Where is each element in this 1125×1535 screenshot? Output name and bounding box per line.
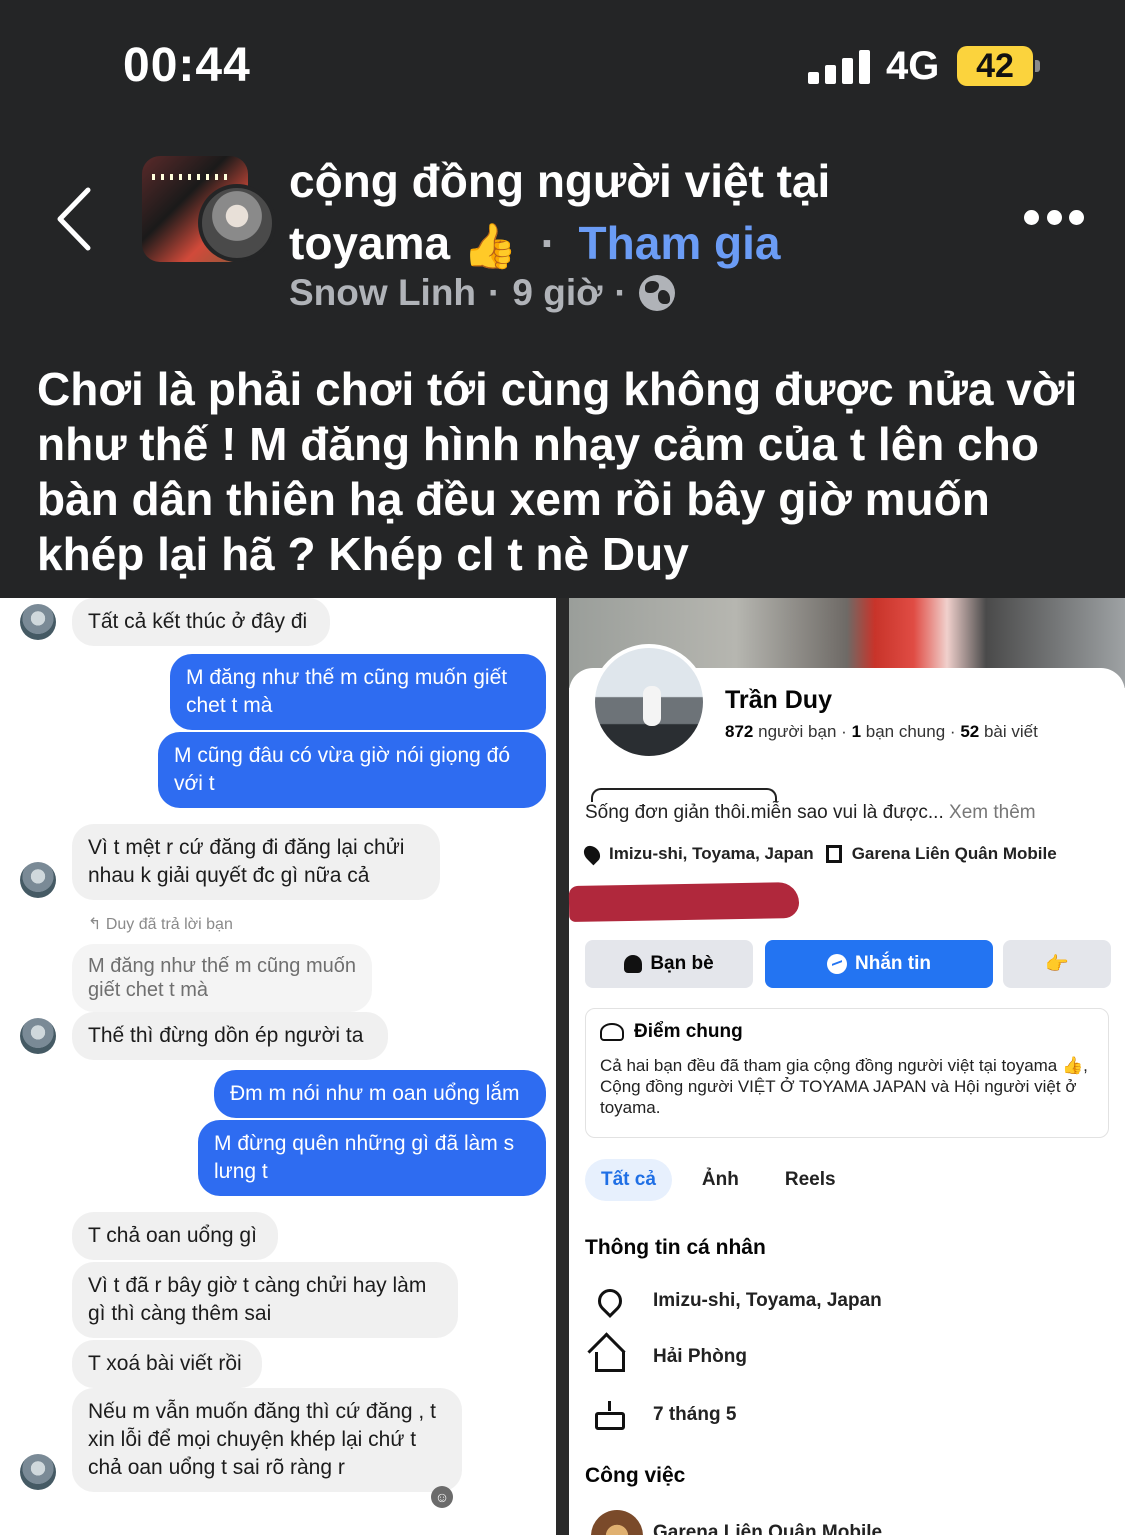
profile-stats: 872 người bạn · 1 bạn chung · 52 bài viế… [725, 722, 1038, 742]
home-icon [595, 1352, 625, 1372]
post-time[interactable]: 9 giờ [512, 272, 602, 314]
personal-info-title: Thông tin cá nhân [585, 1236, 766, 1259]
location-pin-icon [580, 842, 604, 866]
globe-icon [638, 275, 675, 311]
messenger-icon [827, 954, 847, 974]
tab-reels: Reels [784, 1169, 836, 1190]
chat-avatar [20, 604, 56, 640]
chat-avatar [20, 862, 56, 898]
meta-dot: · [614, 272, 627, 313]
story-arc [591, 788, 777, 802]
mutual-groups-box: Điểm chung Cả hai bạn đều đã tham gia cộ… [585, 1008, 1109, 1138]
quoted-message: M đăng như thế m cũng muốn giết chet t m… [72, 944, 372, 1012]
clock: 00:44 [123, 39, 251, 92]
chat-avatar [20, 1018, 56, 1054]
profile-name: Trần Duy [725, 686, 832, 714]
see-more-link: Xem thêm [949, 802, 1036, 823]
message-bubble: T xoá bài viết rồi [72, 1340, 262, 1388]
message-bubble: Vì t mệt r cứ đăng đi đăng lại chửi nhau… [72, 824, 440, 900]
info-hometown-row: Hải Phòng [595, 1342, 747, 1372]
common-title: Điểm chung [634, 1021, 743, 1042]
info-location-row: Imizu-shi, Toyama, Japan [593, 1284, 882, 1318]
birthday-cake-icon [595, 1401, 625, 1430]
message-bubble: Tất cả kết thúc ở đây đi [72, 598, 330, 646]
profile-avatar [591, 644, 707, 760]
join-button[interactable]: Tham gia [579, 217, 781, 269]
info-location: Imizu-shi, Toyama, Japan [653, 1290, 882, 1311]
posts-count: 52 [960, 722, 980, 741]
posts-label: bài viết [983, 722, 1038, 741]
react-icon: ☺ [431, 1486, 453, 1508]
location-text: Imizu-shi, Toyama, Japan [609, 844, 814, 863]
info-birthday: 7 tháng 5 [653, 1404, 737, 1425]
message-bubble: T chả oan uổng gì [72, 1212, 278, 1260]
more-button: 👉 [1003, 940, 1111, 988]
location-pin-icon [593, 1284, 627, 1318]
common-text: Cả hai bạn đều đã tham gia cộng đồng ngư… [600, 1056, 1088, 1117]
thumbs-up-icon: 👍 [462, 222, 518, 271]
message-bubble: Thế thì đừng dồn ép người ta [72, 1012, 388, 1060]
message-bubble: Vì t đã r bây giờ t càng chửi hay làm gì… [72, 1262, 458, 1338]
status-bar: 00:44 4G 42 [0, 0, 1125, 130]
stat-dot: · [841, 722, 847, 741]
stat-dot: · [949, 722, 956, 741]
mutual-count: 1 [851, 722, 862, 741]
profile-location-line: Imizu-shi, Toyama, Japan Garena Liên Quâ… [580, 842, 1057, 866]
info-birthday-row: 7 tháng 5 [595, 1400, 736, 1430]
tab-photos: Ảnh [701, 1169, 739, 1190]
pointing-hand-icon: 👉 [1045, 954, 1069, 975]
mutual-label: bạn chung [865, 722, 946, 741]
back-arrow-icon[interactable] [52, 186, 96, 252]
battery-icon: 42 [957, 46, 1040, 86]
group-title[interactable]: cộng đồng người việt tại toyama 👍 · Tham… [289, 150, 989, 278]
friends-button-label: Bạn bè [650, 953, 714, 974]
work-title: Công việc [585, 1464, 686, 1487]
image-divider [556, 598, 569, 1535]
message-bubble: M đăng như thế m cũng muốn giết chet t m… [170, 654, 546, 730]
message-bubble: Đm m nói như m oan uổng lắm [214, 1070, 546, 1118]
message-button-label: Nhắn tin [855, 953, 931, 974]
chat-avatar [20, 1454, 56, 1490]
message-bubble: Nếu m vẫn muốn đăng thì cứ đăng , t xin … [72, 1388, 462, 1492]
reply-note: ↰ Duy đã trả lời bạn [88, 916, 233, 933]
redaction-scribble [568, 881, 800, 923]
people-icon [600, 1023, 624, 1041]
more-options-icon[interactable] [1024, 210, 1084, 228]
friends-label: người bạn [758, 722, 837, 741]
profile-actions: Bạn bè Nhắn tin 👉 [585, 940, 1111, 988]
tab-all: Tất cả [585, 1159, 672, 1201]
meta-dot: · [488, 272, 501, 313]
info-hometown: Hải Phòng [653, 1346, 747, 1367]
bio-text: Sống đơn giản thôi.miễn sao vui là được.… [585, 802, 944, 823]
author-avatar[interactable] [198, 184, 276, 262]
profile-tabs: Tất cả Ảnh Reels [585, 1156, 852, 1204]
work-name: Garena Liên Quân Mobile [653, 1522, 883, 1535]
author-name[interactable]: Snow Linh [289, 272, 476, 314]
separator: · [540, 217, 556, 269]
signal-icon [808, 50, 870, 84]
chat-screenshot: Tất cả kết thúc ở đây đi M đăng như thế … [0, 598, 556, 1535]
profile-screenshot: Trần Duy 872 người bạn · 1 bạn chung · 5… [568, 598, 1125, 1535]
post-image[interactable]: Tất cả kết thúc ở đây đi M đăng như thế … [0, 598, 1125, 1535]
friends-button: Bạn bè [585, 940, 753, 988]
friends-count: 872 [725, 722, 754, 741]
post-meta: Snow Linh · 9 giờ · [289, 272, 675, 314]
message-bubble: M cũng đâu có vừa giờ nói giọng đó với t [158, 732, 546, 808]
profile-bio: Sống đơn giản thôi.miễn sao vui là được.… [585, 802, 1036, 824]
message-button: Nhắn tin [765, 940, 993, 988]
friend-check-icon [624, 955, 643, 973]
building-icon [825, 845, 842, 863]
workplace-text: Garena Liên Quân Mobile [851, 844, 1057, 863]
post-text: Chơi là phải chơi tới cùng không được nử… [37, 363, 1078, 580]
message-bubble: M đừng quên những gì đã làm s lưng t [198, 1120, 546, 1196]
network-type: 4G [886, 44, 940, 88]
